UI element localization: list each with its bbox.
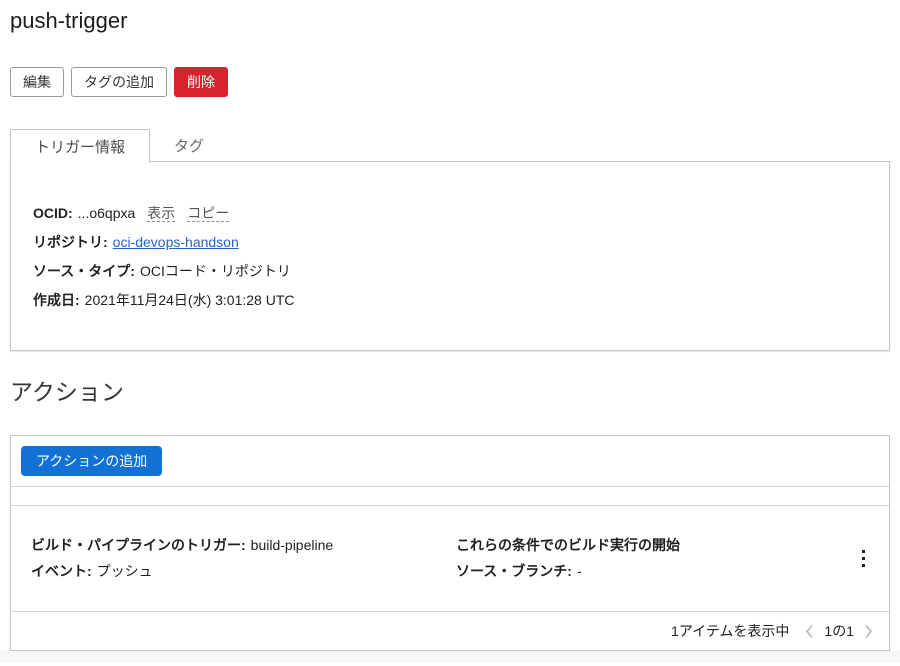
branch-label: ソース・ブランチ: (456, 563, 572, 579)
pagination-summary: 1アイテムを表示中 (671, 621, 789, 641)
branch-line: ソース・ブランチ:- (456, 558, 851, 584)
add-action-button[interactable]: アクションの追加 (21, 446, 162, 476)
ocid-label: OCID: (33, 205, 73, 221)
tab-tags[interactable]: タグ (150, 129, 228, 162)
actions-panel: アクションの追加 ビルド・パイプラインのトリガー: build-pipeline … (10, 435, 890, 651)
actions-section-heading: アクション (10, 379, 890, 406)
trigger-info-panel: OCID: ...o6qpxa 表示コピー リポジトリ: oci-devops-han… (10, 161, 890, 351)
source-type-label: ソース・タイプ: (33, 263, 135, 279)
chevron-right-icon[interactable] (864, 624, 873, 639)
edit-button[interactable]: 編集 (10, 67, 64, 97)
page-container: push-trigger 編集 タグの追加 削除 トリガー情報 タグ OCID:… (0, 0, 900, 651)
actions-table-footer: 1アイテムを表示中 1の1 (11, 611, 889, 650)
table-row: ビルド・パイプラインのトリガー: build-pipeline イベント: プッシュ… (11, 506, 889, 611)
event-line: イベント: プッシュ (31, 558, 456, 584)
created-label: 作成日: (33, 292, 80, 308)
ocid-row: OCID: ...o6qpxa 表示コピー (33, 203, 867, 223)
kebab-dot (862, 550, 865, 553)
actions-panel-toolbar: アクションの追加 (11, 436, 889, 486)
ocid-show-link[interactable]: 表示 (147, 205, 175, 222)
pager: 1の1 (805, 621, 873, 641)
chevron-left-icon[interactable] (805, 624, 814, 639)
page-indicator: 1の1 (824, 621, 854, 641)
ocid-copy-link[interactable]: コピー (187, 205, 229, 222)
created-value: 2021年11月24日(水) 3:01:28 UTC (85, 292, 295, 308)
ocid-value: ...o6qpxa (78, 205, 136, 221)
tab-trigger-info[interactable]: トリガー情報 (10, 129, 150, 162)
pipeline-line: ビルド・パイプラインのトリガー: build-pipeline (31, 532, 456, 558)
repository-link[interactable]: oci-devops-handson (113, 234, 239, 250)
actions-table-header (11, 486, 889, 506)
created-row: 作成日: 2021年11月24日(水) 3:01:28 UTC (33, 290, 867, 310)
source-type-value: OCIコード・リポジトリ (140, 263, 291, 279)
action-row-right-column: これらの条件でのビルド実行の開始 ソース・ブランチ:- (456, 532, 851, 584)
repository-row: リポジトリ: oci-devops-handson (33, 232, 867, 252)
page-title: push-trigger (10, 0, 890, 36)
source-type-row: ソース・タイプ: OCIコード・リポジトリ (33, 261, 867, 281)
kebab-dot (862, 564, 865, 567)
page-bottom-strip (0, 651, 900, 663)
event-label: イベント: (31, 563, 92, 579)
kebab-menu-icon[interactable] (851, 545, 875, 572)
condition-heading: これらの条件でのビルド実行の開始 (456, 532, 846, 558)
tab-bar: トリガー情報 タグ (10, 129, 890, 162)
repository-label: リポジトリ: (33, 234, 108, 250)
branch-value: - (577, 563, 582, 579)
delete-button[interactable]: 削除 (174, 67, 228, 97)
action-row-left-column: ビルド・パイプラインのトリガー: build-pipeline イベント: プッシュ (31, 532, 456, 584)
pipeline-value: build-pipeline (251, 537, 334, 553)
action-toolbar: 編集 タグの追加 削除 (10, 67, 890, 97)
add-tags-button[interactable]: タグの追加 (71, 67, 167, 97)
pipeline-label: ビルド・パイプラインのトリガー: (31, 537, 246, 553)
kebab-dot (862, 557, 865, 560)
event-value: プッシュ (97, 563, 153, 579)
